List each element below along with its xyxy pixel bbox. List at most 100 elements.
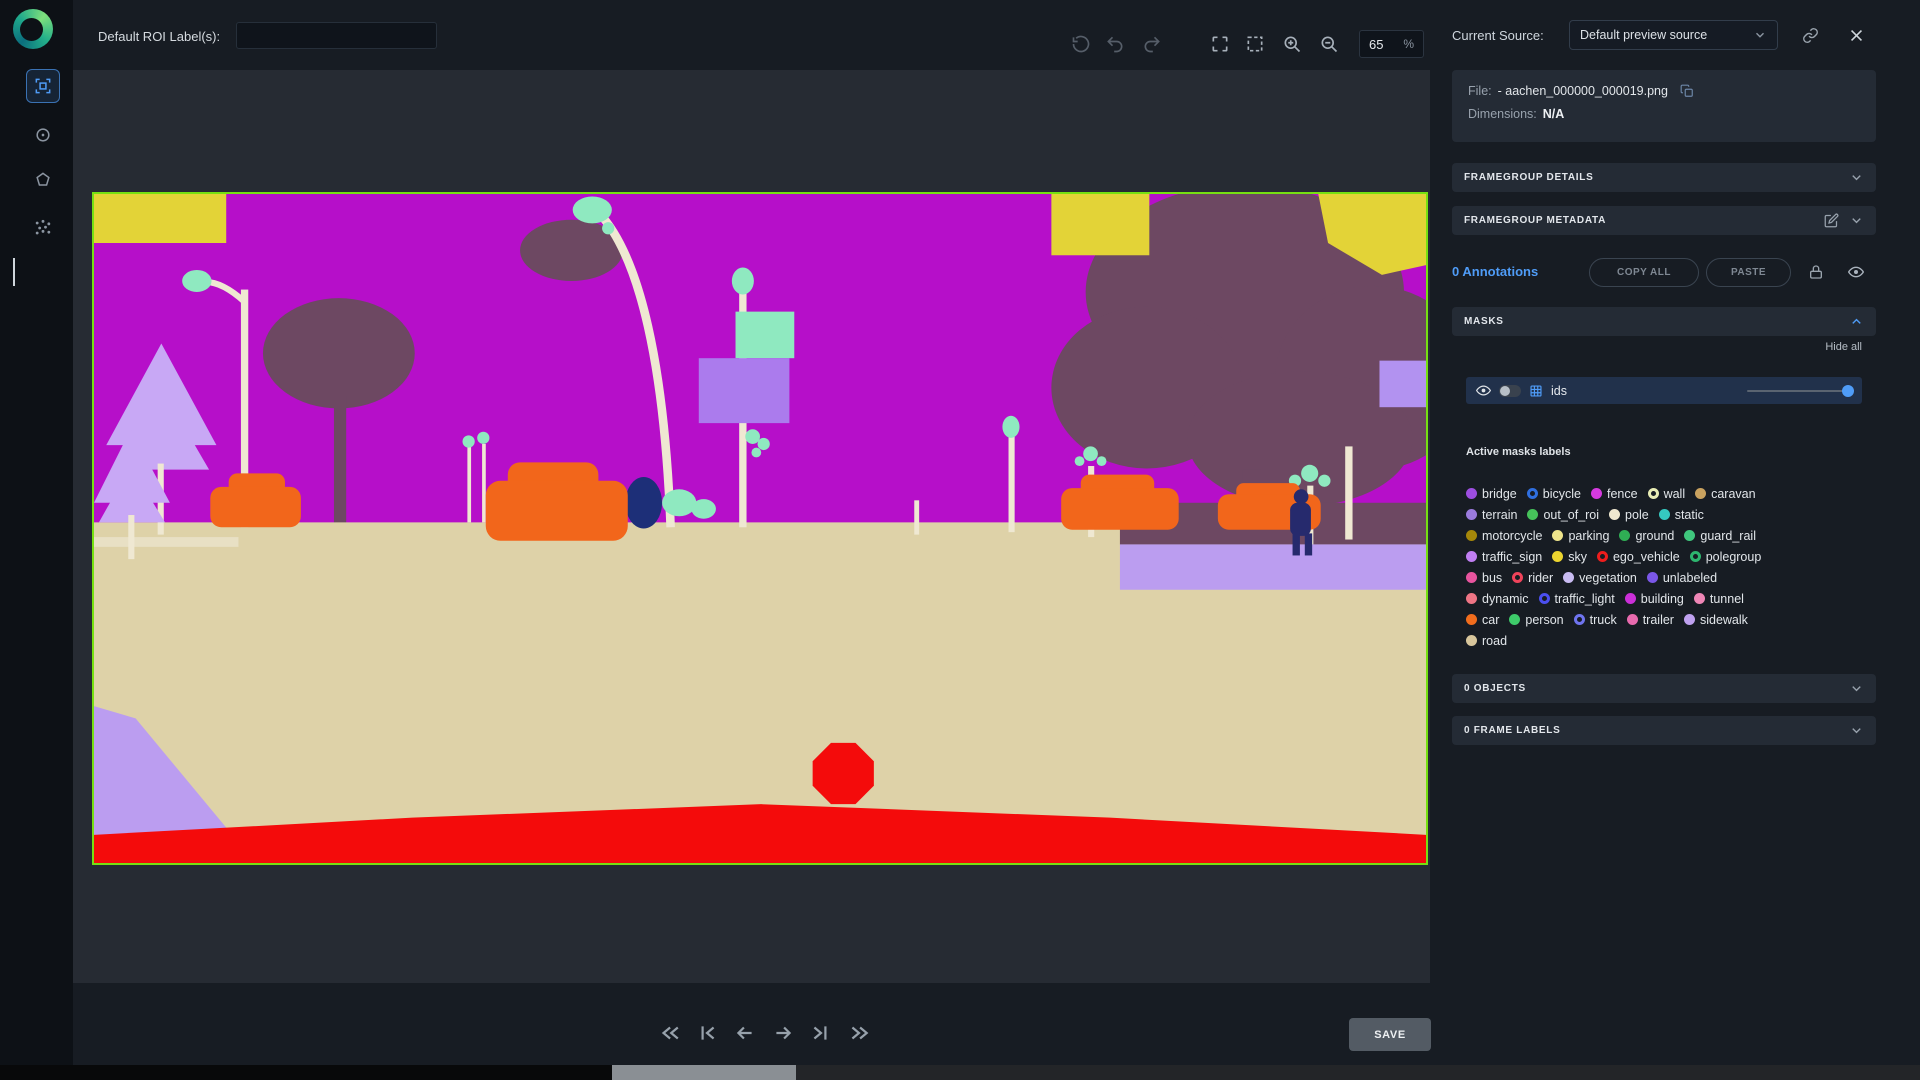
ids-visibility-toggle[interactable] [1499, 384, 1521, 397]
mask-color-dot [1658, 509, 1670, 520]
fit-screen-icon[interactable] [1210, 34, 1230, 54]
mask-chip-road[interactable]: road [1466, 634, 1507, 648]
mask-chip-pole[interactable]: pole [1609, 508, 1649, 522]
mask-chip-bridge[interactable]: bridge [1466, 487, 1517, 501]
mask-chip-terrain[interactable]: terrain [1466, 508, 1517, 522]
zoom-value: 65 [1369, 36, 1384, 52]
source-dropdown[interactable]: Default preview source [1569, 20, 1778, 50]
mask-chip-trailer[interactable]: trailer [1626, 613, 1674, 627]
mask-color-dot [1689, 551, 1701, 562]
mask-chip-bicycle[interactable]: bicycle [1526, 486, 1581, 501]
copy-filename-icon[interactable] [1680, 84, 1694, 98]
masks-title: MASKS [1464, 316, 1504, 327]
zoom-out-icon[interactable] [1319, 34, 1339, 54]
copy-all-button[interactable]: COPY ALL [1589, 258, 1699, 287]
mask-chip-bus[interactable]: bus [1466, 571, 1502, 585]
mask-chip-car[interactable]: car [1466, 613, 1499, 627]
spray-points-tool-button[interactable] [26, 211, 60, 245]
mask-chip-traffic_sign[interactable]: traffic_sign [1466, 550, 1542, 564]
opacity-slider-handle[interactable] [1842, 385, 1854, 397]
mask-chip-polegroup[interactable]: polegroup [1689, 550, 1761, 564]
mask-chip-motorcycle[interactable]: motorcycle [1466, 529, 1542, 543]
mask-chip-wall[interactable]: wall [1647, 487, 1685, 501]
mask-chip-vegetation[interactable]: vegetation [1563, 571, 1637, 585]
mask-color-dot [1624, 593, 1636, 604]
mask-chip-label: bicycle [1542, 486, 1581, 501]
active-masks-title: Active masks labels [1466, 446, 1571, 458]
lock-icon[interactable] [1808, 264, 1824, 280]
rail-selection-indicator [13, 258, 15, 286]
grid-icon[interactable] [1529, 384, 1543, 398]
mask-chip-tunnel[interactable]: tunnel [1693, 592, 1744, 606]
roi-input[interactable] [236, 22, 437, 49]
frame-labels-section[interactable]: 0 FRAME LABELS [1452, 716, 1876, 745]
mask-color-dot [1527, 509, 1539, 520]
mask-chip-building[interactable]: building [1624, 591, 1684, 606]
left-toolbar [0, 0, 73, 1065]
mask-chip-caravan[interactable]: caravan [1695, 487, 1756, 501]
circle-tool-button[interactable] [26, 118, 60, 152]
mask-chip-traffic_light[interactable]: traffic_light [1538, 591, 1615, 606]
undo-icon[interactable] [1105, 34, 1125, 54]
masks-section-header[interactable]: MASKS [1452, 307, 1876, 336]
mask-chip-label: building [1640, 591, 1684, 606]
taskbar-region [796, 1065, 1920, 1080]
dimensions-value: N/A [1542, 107, 1565, 121]
mask-chip-person[interactable]: person [1509, 612, 1564, 627]
framegroup-details-section[interactable]: FRAMEGROUP DETAILS [1452, 163, 1876, 192]
rewind-button[interactable] [658, 1022, 680, 1044]
framegroup-metadata-section[interactable]: FRAMEGROUP METADATA [1452, 206, 1876, 235]
mask-chip-out_of_roi[interactable]: out_of_roi [1527, 508, 1599, 522]
taskbar-item[interactable] [612, 1065, 796, 1080]
paste-button[interactable]: PASTE [1706, 258, 1791, 287]
chevron-down-icon [1849, 170, 1864, 185]
mask-chip-parking[interactable]: parking [1552, 529, 1609, 543]
selection-region-icon[interactable] [1245, 34, 1265, 54]
mask-color-dot [1466, 572, 1477, 583]
chevron-down-icon [1849, 681, 1864, 696]
mask-chip-label: person [1525, 612, 1564, 627]
objects-section[interactable]: 0 OBJECTS [1452, 674, 1876, 703]
edit-icon[interactable] [1824, 213, 1839, 228]
mask-chip-dynamic[interactable]: dynamic [1466, 592, 1529, 606]
mask-color-dot [1683, 614, 1695, 625]
mask-color-dot [1552, 530, 1564, 541]
mask-chip-fence[interactable]: fence [1590, 487, 1638, 501]
mask-chip-label: bus [1482, 570, 1503, 585]
mask-ids-row[interactable]: ids [1466, 377, 1862, 404]
next-frame-button[interactable] [772, 1022, 794, 1044]
mask-color-dot [1619, 530, 1631, 541]
annotation-canvas[interactable] [92, 192, 1428, 865]
hide-all-link[interactable]: Hide all [1825, 341, 1862, 353]
prev-frame-button[interactable] [734, 1022, 756, 1044]
last-frame-button[interactable] [810, 1022, 832, 1044]
polygon-tool-button[interactable] [26, 163, 60, 197]
mask-chip-rider[interactable]: rider [1512, 571, 1553, 585]
bbox-tool-button[interactable] [26, 69, 60, 103]
mask-chip-unlabeled[interactable]: unlabeled [1646, 571, 1717, 585]
mask-chip-sky[interactable]: sky [1552, 550, 1587, 564]
close-icon[interactable] [1848, 27, 1865, 44]
mask-chip-label: traffic_light [1554, 591, 1615, 606]
mask-chip-sidewalk[interactable]: sidewalk [1683, 613, 1748, 627]
mask-chip-truck[interactable]: truck [1573, 613, 1617, 627]
save-button[interactable]: SAVE [1349, 1018, 1431, 1051]
fast-forward-button[interactable] [848, 1022, 870, 1044]
zoom-in-icon[interactable] [1282, 34, 1302, 54]
link-icon[interactable] [1802, 27, 1819, 44]
eye-icon[interactable] [1476, 383, 1491, 398]
zoom-level-input[interactable]: 65 % [1359, 30, 1424, 58]
opacity-slider[interactable] [1747, 385, 1854, 397]
zoom-unit: % [1403, 37, 1414, 51]
framegroup-details-title: FRAMEGROUP DETAILS [1464, 172, 1594, 183]
circle-tool-icon [36, 128, 50, 142]
redo-icon[interactable] [1142, 34, 1162, 54]
mask-chip-guard_rail[interactable]: guard_rail [1684, 529, 1756, 543]
history-icon[interactable] [1071, 34, 1091, 54]
visibility-eye-icon[interactable] [1848, 264, 1864, 280]
mask-chip-ground[interactable]: ground [1619, 529, 1674, 543]
mask-chip-static[interactable]: static [1658, 508, 1704, 522]
mask-chip-ego_vehicle[interactable]: ego_vehicle [1596, 550, 1680, 564]
polygon-tool-icon [36, 172, 50, 186]
first-frame-button[interactable] [696, 1022, 718, 1044]
